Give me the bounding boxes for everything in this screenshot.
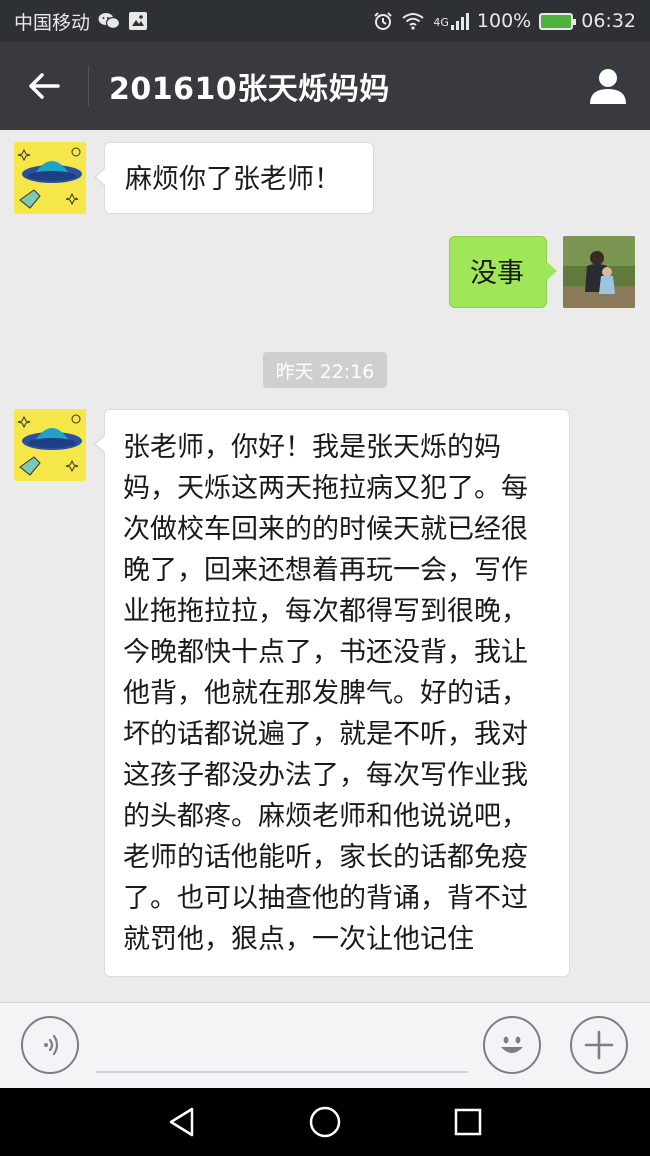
nav-back-button[interactable] [157,1097,207,1147]
wechat-notification-icon [98,12,121,30]
message-input[interactable] [96,1071,468,1073]
nav-home-icon [309,1106,341,1138]
gallery-notification-icon [128,11,148,31]
message-text: 张老师，你好！我是张天烁的妈妈，天烁这两天拖拉病又犯了。每次做校车回来的的时候天… [123,432,528,955]
emoji-icon [501,1036,523,1053]
more-options-button[interactable] [570,1016,628,1074]
nav-home-button[interactable] [300,1097,350,1147]
battery-percent: 100% [476,10,532,32]
message-bubble[interactable]: 张老师，你好！我是张天烁的妈妈，天烁这两天拖拉病又犯了。每次做校车回来的的时候天… [94,409,570,977]
nav-recent-button[interactable] [443,1097,493,1147]
system-nav-bar [0,1088,650,1156]
title-divider [88,66,89,106]
alarm-icon [373,11,393,31]
wifi-icon [401,12,425,30]
chat-info-button[interactable] [586,64,630,108]
message-text: 没事 [470,258,524,289]
input-bar [0,1002,650,1088]
contact-avatar[interactable] [14,142,86,214]
message-list[interactable]: 麻烦你了张老师！ 没事 昨天 22:16 张老师，你好！我是张天烁的妈妈，天烁这… [0,130,650,1002]
network-type-label: 4G [433,16,449,29]
my-avatar[interactable] [563,236,635,308]
back-button[interactable] [0,42,88,130]
carrier-label: 中国移动 [14,11,91,34]
back-arrow-icon [29,73,60,99]
message-text: 麻烦你了张老师！ [125,164,341,195]
chat-header: 201610张天烁妈妈 [0,42,650,130]
emoji-button[interactable] [483,1016,541,1074]
plus-icon [584,1030,614,1060]
voice-input-button[interactable] [21,1016,79,1074]
clock: 06:32 [581,10,636,32]
message-bubble[interactable]: 没事 [449,236,557,308]
signal-icon [450,12,469,30]
battery-icon [539,12,577,30]
nav-back-icon [169,1107,193,1137]
chat-title: 201610张天烁妈妈 [109,72,390,107]
person-icon [590,69,626,104]
nav-recent-icon [455,1108,482,1136]
voice-icon [44,1034,59,1056]
contact-avatar[interactable] [14,409,86,481]
status-bar: 中国移动 4G 100% 06:32 [0,0,650,42]
message-timestamp: 昨天 22:16 [263,352,387,388]
message-bubble[interactable]: 麻烦你了张老师！ [94,142,374,214]
